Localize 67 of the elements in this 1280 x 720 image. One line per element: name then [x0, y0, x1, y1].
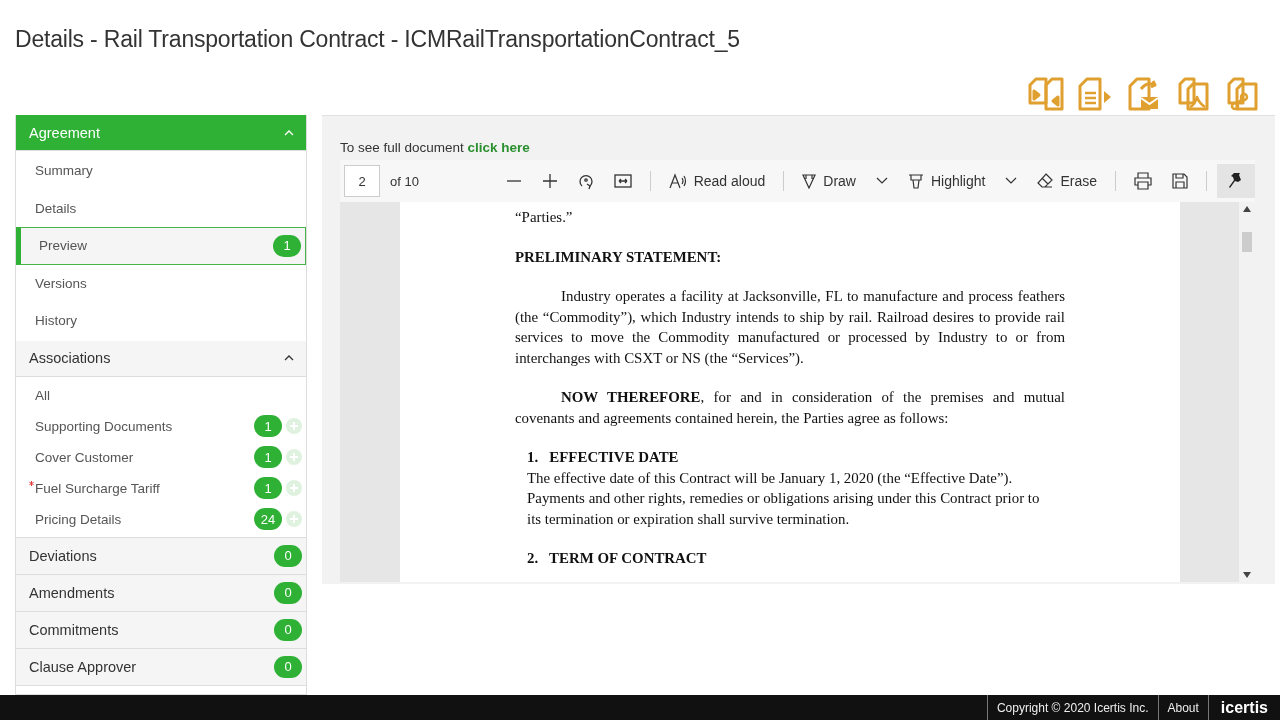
- item-label: Pricing Details: [35, 511, 123, 527]
- section-title: Agreement: [29, 124, 100, 141]
- document-heading: PRELIMINARY STATEMENT:: [515, 247, 723, 267]
- pin-button[interactable]: [1217, 164, 1255, 198]
- section-title: Associations: [29, 350, 111, 366]
- count-badge: 0: [274, 544, 302, 567]
- sidebar-link[interactable]: Clause Approver 0: [16, 648, 306, 686]
- add-icon[interactable]: [286, 418, 302, 434]
- page-title: Details - Rail Transportation Contract - ICMRailTransportationContract_5: [15, 26, 741, 53]
- scrollbar-thumb[interactable]: [1242, 232, 1252, 252]
- count-badge: 0: [274, 581, 302, 604]
- sidebar-link[interactable]: Amendments 0: [16, 574, 306, 612]
- item-label: Versions: [35, 275, 88, 291]
- sidebar-link[interactable]: Deviations 0: [16, 537, 306, 575]
- compare-documents-icon[interactable]: [1026, 77, 1066, 111]
- read-aloud-icon: [668, 173, 687, 189]
- company-logo: icertis: [1207, 695, 1280, 720]
- section-header[interactable]: Associations: [16, 340, 306, 377]
- highlight-button[interactable]: Highlight: [899, 164, 994, 198]
- item-label: Cover Customer: [35, 449, 135, 465]
- sidebar-link[interactable]: Commitments 0: [16, 611, 306, 649]
- document-paragraph: The effective date of this Contract will be January 1, 2020 (the “Effective Date”). Payments and other rights, remedies or obligations arising under this Contract prior to its termination or expiration shall survive termination.: [527, 468, 1041, 529]
- erase-button[interactable]: Erase: [1029, 164, 1105, 198]
- section-heading: 1. EFFECTIVE DATE: [527, 448, 680, 467]
- eraser-icon: [1037, 173, 1054, 189]
- pen-icon: [802, 173, 817, 189]
- full-document-link[interactable]: click here: [467, 140, 530, 155]
- link-label: Commitments: [29, 621, 119, 638]
- document-text: “Parties.”: [515, 208, 574, 227]
- link-label: Clause Approver: [29, 658, 137, 675]
- item-label: Fuel Surcharge Tariff: [35, 480, 161, 496]
- scroll-up-icon[interactable]: [1243, 206, 1251, 212]
- item-label: All: [35, 387, 51, 403]
- highlighter-icon: [907, 173, 924, 189]
- count-badge: 0: [274, 655, 302, 678]
- chevron-icon: [284, 129, 294, 136]
- item-label: Preview: [39, 238, 88, 254]
- scroll-down-icon[interactable]: [1243, 572, 1251, 578]
- item-label: Details: [35, 200, 78, 216]
- read-aloud-button[interactable]: Read aloud: [660, 164, 774, 198]
- draw-button[interactable]: Draw: [794, 164, 864, 198]
- link-label: Amendments: [29, 584, 115, 601]
- notice-text: To see full document click here: [340, 140, 531, 155]
- count-badge: 1: [254, 415, 282, 437]
- item-label: Supporting Documents: [35, 418, 174, 434]
- item-label: Summary: [35, 163, 94, 179]
- count-badge: 0: [274, 618, 302, 641]
- chevron-icon: [284, 355, 294, 361]
- pin-icon: [1228, 172, 1244, 190]
- scrollbar[interactable]: [1239, 202, 1255, 582]
- document-paragraph: Industry operates a facility at Jacksonville, FL to manufacture and process feathers (the “Commodity”), which Industry intends to ship by rail. Railroad desires to provide rail services to move the Commodity manufactured or processed by Industry to or from interchanges with CSXT or NS (the “Services”).: [515, 287, 1065, 368]
- count-badge: 1: [273, 234, 301, 257]
- add-icon[interactable]: [286, 449, 302, 465]
- link-label: Deviations: [29, 547, 97, 564]
- copyright-text: Copyright © 2020 Icertis Inc.: [986, 695, 1158, 720]
- add-icon[interactable]: [286, 511, 302, 527]
- page-number-field[interactable]: 2: [344, 165, 380, 197]
- count-badge: 1: [254, 477, 282, 499]
- count-badge: 24: [254, 508, 282, 530]
- count-badge: 1: [254, 446, 282, 468]
- section-heading: 2. TERM OF CONTRACT: [527, 549, 708, 568]
- item-label: History: [35, 313, 78, 329]
- about-link[interactable]: About: [1157, 695, 1208, 720]
- document-paragraph: NOW THEREFORE, for and in consideration of the premises and mutual covenants and agreements contained herein, the Parties agree as follows:: [515, 388, 1065, 428]
- add-icon[interactable]: [286, 480, 302, 496]
- page-total: of 10: [390, 173, 419, 189]
- sidebar-item[interactable]: Preview 1: [16, 227, 306, 265]
